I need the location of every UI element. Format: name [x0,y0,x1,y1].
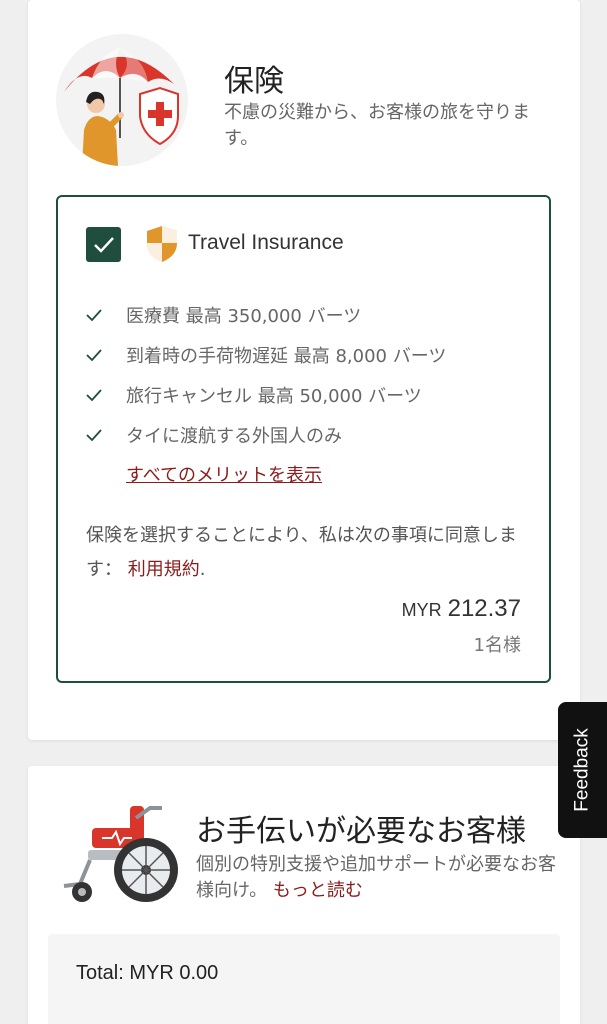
consent-text: 保険を選択することにより、私は次の事項に同意します： 利用規約. [86,519,536,587]
benefit-item: 医療費 最高 350,000 バーツ [86,295,536,335]
check-icon [86,429,102,441]
price-amount: 212.37 [447,595,521,622]
feedback-label: Feedback [571,728,593,812]
check-icon [86,349,102,361]
insurance-card: 保険 不慮の災難から、お客様の旅を守ります。 Travel Insurance … [28,0,580,740]
assistance-title: お手伝いが必要なお客様 [196,814,526,849]
assistance-body: 個別の特別支援や追加サポートが必要なお客様向け。 [196,854,556,901]
benefit-item: 旅行キャンセル 最高 50,000 バーツ [86,375,536,415]
see-all-benefits-link[interactable]: すべてのメリットを表示 [126,461,322,487]
wheelchair-icon [63,806,178,902]
price-currency: MYR [401,600,442,620]
insurance-illustration [56,34,188,166]
terms-link[interactable]: 利用規約 [128,559,200,580]
assistance-description: 個別の特別支援や追加サポートが必要なお客様向け。 もっと読む [196,852,556,904]
insurance-checkbox[interactable] [86,227,121,262]
read-more-link[interactable]: もっと読む [273,880,363,901]
option-name: Travel Insurance [188,231,344,254]
travel-insurance-option[interactable]: Travel Insurance 医療費 最高 350,000 バーツ 到着時の… [56,195,551,683]
benefit-text: 到着時の手荷物遅延 最高 8,000 バーツ [126,346,447,367]
total-summary: Total: MYR 0.00 [48,934,560,1024]
benefit-text: 医療費 最高 350,000 バーツ [126,306,362,327]
consent-suffix: . [199,559,206,580]
shield-icon [147,226,177,262]
benefit-text: タイに渡航する外国人のみ [126,426,342,447]
benefit-list: 医療費 最高 350,000 バーツ 到着時の手荷物遅延 最高 8,000 バー… [86,295,536,455]
check-icon [86,309,102,321]
insurance-title: 保険 [224,64,284,99]
price: MYR 212.37 [402,595,521,623]
benefit-text: 旅行キャンセル 最高 50,000 バーツ [126,386,422,407]
benefit-item: タイに渡航する外国人のみ [86,415,536,455]
benefit-item: 到着時の手荷物遅延 最高 8,000 バーツ [86,335,536,375]
passenger-count: 1名様 [473,635,521,656]
check-icon [86,389,102,401]
check-icon [93,236,114,253]
feedback-button[interactable]: Feedback [558,702,607,838]
total-text: Total: MYR 0.00 [76,962,219,984]
assistance-card: お手伝いが必要なお客様 個別の特別支援や追加サポートが必要なお客様向け。 もっと… [28,766,580,1024]
insurance-description: 不慮の災難から、お客様の旅を守ります。 [224,102,530,149]
